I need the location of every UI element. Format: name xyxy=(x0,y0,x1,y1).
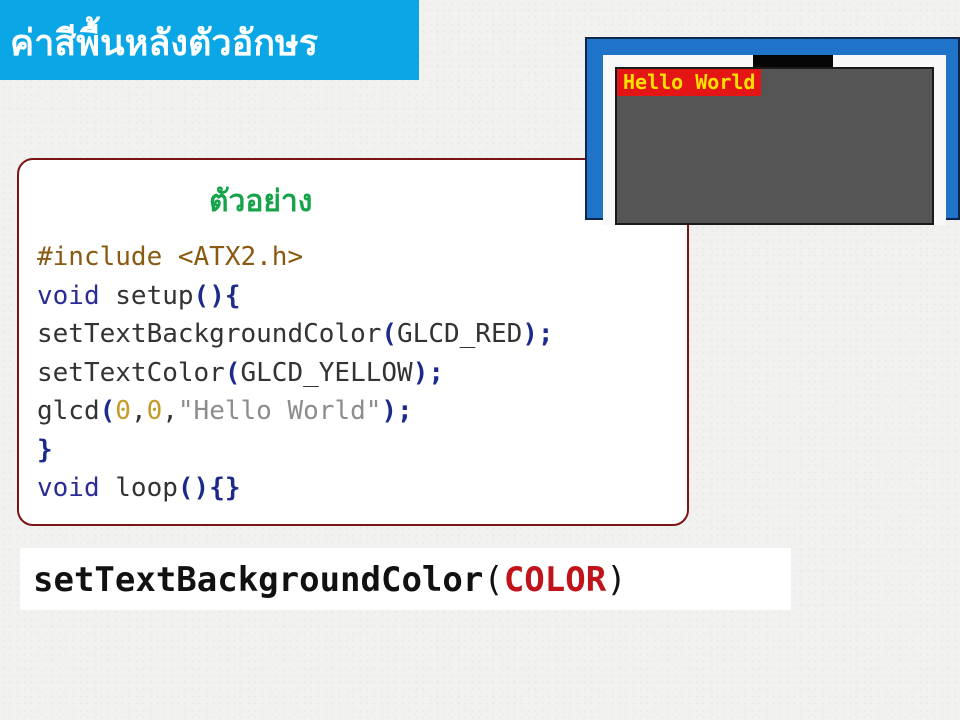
syntax-argument: COLOR xyxy=(503,560,607,600)
code-token: GLCD_YELLOW xyxy=(240,357,413,388)
code-line: void setup(){ xyxy=(37,277,554,316)
code-token: setTextColor xyxy=(37,357,225,388)
code-line: void loop(){} xyxy=(37,469,554,508)
code-token: GLCD_RED xyxy=(397,319,523,349)
code-token: (){ xyxy=(193,280,241,311)
page-title: ค่าสีพื้นหลังตัวอักษร xyxy=(10,23,319,64)
code-token: } xyxy=(37,434,53,465)
code-token: 0 xyxy=(146,396,163,426)
code-token: void xyxy=(37,473,100,503)
code-token: , xyxy=(162,396,178,426)
code-token: 0 xyxy=(115,396,131,426)
code-token: (){} xyxy=(177,473,241,503)
code-token: setup xyxy=(99,280,194,311)
code-token: loop xyxy=(99,473,178,503)
code-token: ); xyxy=(381,396,413,426)
code-block: #include <ATX2.h> void setup(){setTextBac… xyxy=(37,238,554,508)
code-token: setTextBackgroundColor xyxy=(37,319,382,349)
lcd-hello-text: Hello World xyxy=(617,69,762,96)
lcd-bezel: Hello World xyxy=(603,55,946,225)
title-banner: ค่าสีพื้นหลังตัวอักษร xyxy=(0,0,419,80)
code-token: ); xyxy=(412,357,444,388)
lcd-notch xyxy=(753,55,833,67)
code-token: #include <ATX2.h> xyxy=(37,242,304,272)
code-token: ( xyxy=(224,357,241,388)
syntax-signature: setTextBackgroundColor(COLOR) xyxy=(33,560,627,600)
syntax-close-paren: ) xyxy=(606,560,627,600)
code-line: #include <ATX2.h> xyxy=(37,238,554,277)
code-line: } xyxy=(37,431,554,470)
syntax-function-name: setTextBackgroundColor xyxy=(33,560,484,600)
code-token: ); xyxy=(522,319,554,349)
example-heading: ตัวอย่าง xyxy=(209,184,313,219)
lcd-screen: Hello World xyxy=(615,67,934,225)
code-token: glcd xyxy=(37,396,100,426)
lcd-preview-image: Hello World xyxy=(585,37,960,225)
code-token: ( xyxy=(99,396,116,426)
code-token: , xyxy=(130,396,147,426)
code-token: ( xyxy=(381,319,398,349)
code-token: void xyxy=(37,280,100,311)
code-line: setTextBackgroundColor(GLCD_RED); xyxy=(37,315,554,354)
code-line: glcd(0,0,"Hello World"); xyxy=(37,392,554,431)
code-line: setTextColor(GLCD_YELLOW); xyxy=(37,354,554,393)
syntax-open-paren: ( xyxy=(483,560,504,600)
syntax-box: setTextBackgroundColor(COLOR) xyxy=(20,548,791,610)
code-token: "Hello World" xyxy=(177,396,382,426)
